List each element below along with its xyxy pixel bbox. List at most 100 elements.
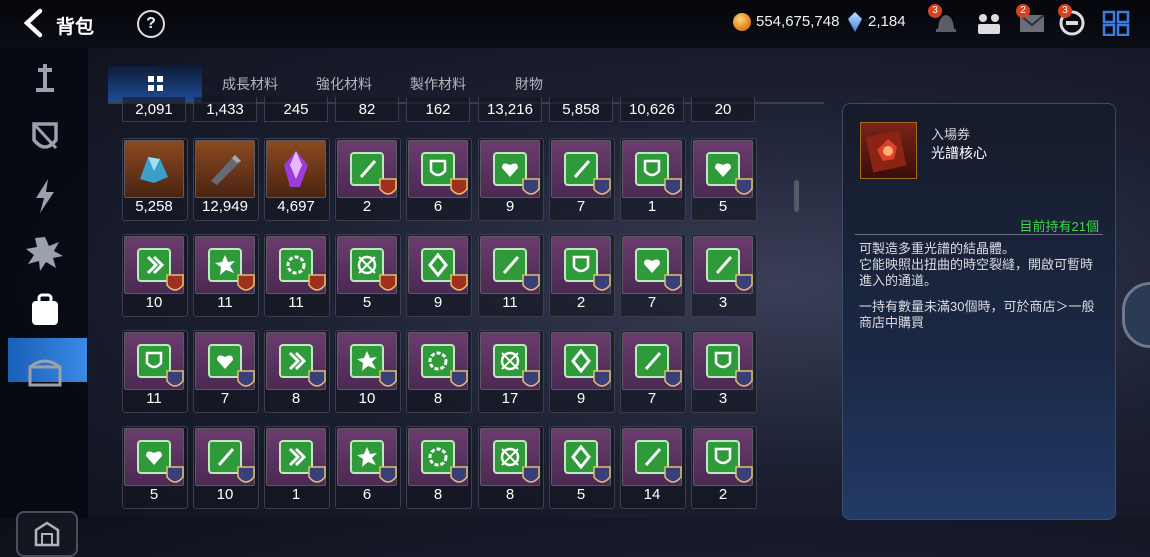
item-detail-panel: 入場券 光譜核心 目前持有21個 可製造多重光譜的結晶體。 它能映照出扭曲的時空… xyxy=(842,103,1116,520)
help-button[interactable]: ? xyxy=(137,10,165,38)
inventory-slot[interactable]: 7 xyxy=(620,330,686,413)
inventory-slot[interactable]: 11 xyxy=(264,234,330,317)
item-count: 20 xyxy=(714,101,732,118)
inventory-slot[interactable]: 10 xyxy=(335,330,401,413)
inventory-slot[interactable]: 2 xyxy=(335,138,401,221)
slot-background xyxy=(551,140,611,198)
item-count: 2 xyxy=(718,486,728,503)
gem-icon xyxy=(848,12,862,32)
chat-badge: 3 xyxy=(1058,4,1072,18)
back-arrow-icon[interactable] xyxy=(20,8,50,38)
spiky-material-icon[interactable] xyxy=(22,234,68,274)
inventory-slot-partial[interactable]: 1,433 xyxy=(193,97,257,122)
inventory-slot[interactable]: 2 xyxy=(691,426,757,509)
inventory-slot-partial[interactable]: 82 xyxy=(335,97,399,122)
tier-badge-icon xyxy=(593,178,611,195)
inventory-slot-partial[interactable]: 5,858 xyxy=(549,97,613,122)
tier-badge-icon xyxy=(308,370,326,387)
menu-grid-icon[interactable] xyxy=(1102,10,1130,36)
tier-badge-icon xyxy=(664,370,682,387)
item-count: 4,697 xyxy=(277,198,315,215)
item-count: 5 xyxy=(362,294,372,311)
tier-badge-icon xyxy=(237,370,255,387)
grid-icon xyxy=(148,76,164,92)
inventory-slot[interactable]: 2 xyxy=(549,234,615,317)
warehouse-icon xyxy=(34,521,60,547)
inventory-slot[interactable]: 3 xyxy=(691,330,757,413)
tier-badge-icon xyxy=(379,178,397,195)
inventory-slot[interactable]: 7 xyxy=(193,330,259,413)
inventory-slot[interactable]: 8 xyxy=(264,330,330,413)
item-count: 7 xyxy=(576,198,586,215)
tier-badge-icon xyxy=(450,274,468,291)
bag-icon[interactable] xyxy=(22,291,68,331)
inventory-slot[interactable]: 3 xyxy=(691,234,757,317)
inventory-slot[interactable]: 5,258 xyxy=(122,138,188,221)
inventory-slot[interactable]: 6 xyxy=(335,426,401,509)
tier-badge-icon xyxy=(522,274,540,291)
inventory-slot[interactable]: 11 xyxy=(478,234,544,317)
item-count: 82 xyxy=(358,101,376,118)
inventory-slot[interactable]: 1 xyxy=(620,138,686,221)
item-count: 3 xyxy=(718,390,728,407)
tier-badge-icon xyxy=(522,466,540,483)
inventory-slot-partial[interactable]: 245 xyxy=(264,97,328,122)
inventory-slot[interactable]: 9 xyxy=(478,138,544,221)
lightning-icon[interactable] xyxy=(22,176,68,216)
tier-badge-icon xyxy=(166,274,184,291)
top-bar: 背包 ? 554,675,748 2,184 3 2 3 xyxy=(0,0,1150,48)
inventory-slot[interactable]: 6 xyxy=(406,138,472,221)
inventory-slot[interactable]: 1 xyxy=(264,426,330,509)
item-count: 2 xyxy=(362,198,372,215)
item-count: 3 xyxy=(718,294,728,311)
divider xyxy=(855,234,1103,235)
inventory-slot[interactable]: 11 xyxy=(122,330,188,413)
inventory-slot[interactable]: 14 xyxy=(620,426,686,509)
inventory-slot-partial[interactable]: 20 xyxy=(691,97,755,122)
inventory-slot[interactable]: 8 xyxy=(478,426,544,509)
slot-background xyxy=(480,428,540,486)
inventory-slot[interactable]: 5 xyxy=(335,234,401,317)
inventory-slot[interactable]: 7 xyxy=(549,138,615,221)
item-count: 6 xyxy=(433,198,443,215)
inventory-slot[interactable]: 10 xyxy=(193,426,259,509)
inventory-slot-partial[interactable]: 162 xyxy=(406,97,470,122)
tier-badge-icon xyxy=(735,466,753,483)
inventory-slot[interactable]: 8 xyxy=(406,330,472,413)
tab-enhance-materials[interactable]: 強化材料 xyxy=(316,74,372,94)
treasure-chest-icon[interactable] xyxy=(22,351,68,391)
inventory-slot[interactable]: 11 xyxy=(193,234,259,317)
inventory-slot[interactable]: 8 xyxy=(406,426,472,509)
inventory-slot[interactable]: 4,697 xyxy=(264,138,330,221)
tab-valuables[interactable]: 財物 xyxy=(515,74,543,94)
guild-icon[interactable] xyxy=(975,10,1003,36)
slot-background xyxy=(693,428,753,486)
mail-badge: 2 xyxy=(1016,4,1030,18)
purple-crystal-icon xyxy=(284,151,308,187)
inventory-slot-partial[interactable]: 13,216 xyxy=(478,97,542,122)
inventory-slot[interactable]: 7 xyxy=(620,234,686,317)
inventory-slot[interactable]: 9 xyxy=(406,234,472,317)
item-description: 可製造多重光譜的結晶體。 它能映照出扭曲的時空裂縫，開啟可暫時進入的通道。 xyxy=(859,241,1094,288)
tab-growth-materials[interactable]: 成長材料 xyxy=(222,74,278,94)
side-expand-button[interactable] xyxy=(1122,282,1150,348)
inventory-slot[interactable]: 5 xyxy=(549,426,615,509)
inventory-scrollbar[interactable] xyxy=(794,180,799,212)
slot-background xyxy=(124,332,184,390)
equipment-icon[interactable] xyxy=(22,60,68,100)
tier-badge-icon xyxy=(379,370,397,387)
inventory-slot[interactable]: 9 xyxy=(549,330,615,413)
inventory-slot[interactable]: 5 xyxy=(691,138,757,221)
tab-craft-materials[interactable]: 製作材料 xyxy=(410,74,466,94)
tier-badge-icon xyxy=(237,274,255,291)
inventory-slot[interactable]: 12,949 xyxy=(193,138,259,221)
inventory-slot[interactable]: 17 xyxy=(478,330,544,413)
tier-badge-icon xyxy=(664,466,682,483)
gold-amount: 554,675,748 xyxy=(756,13,840,30)
inventory-slot-partial[interactable]: 10,626 xyxy=(620,97,684,122)
inventory-slot[interactable]: 5 xyxy=(122,426,188,509)
inventory-slot[interactable]: 10 xyxy=(122,234,188,317)
armor-icon[interactable] xyxy=(22,118,68,158)
inventory-slot-partial[interactable]: 2,091 xyxy=(122,97,186,122)
slot-background xyxy=(408,236,468,294)
